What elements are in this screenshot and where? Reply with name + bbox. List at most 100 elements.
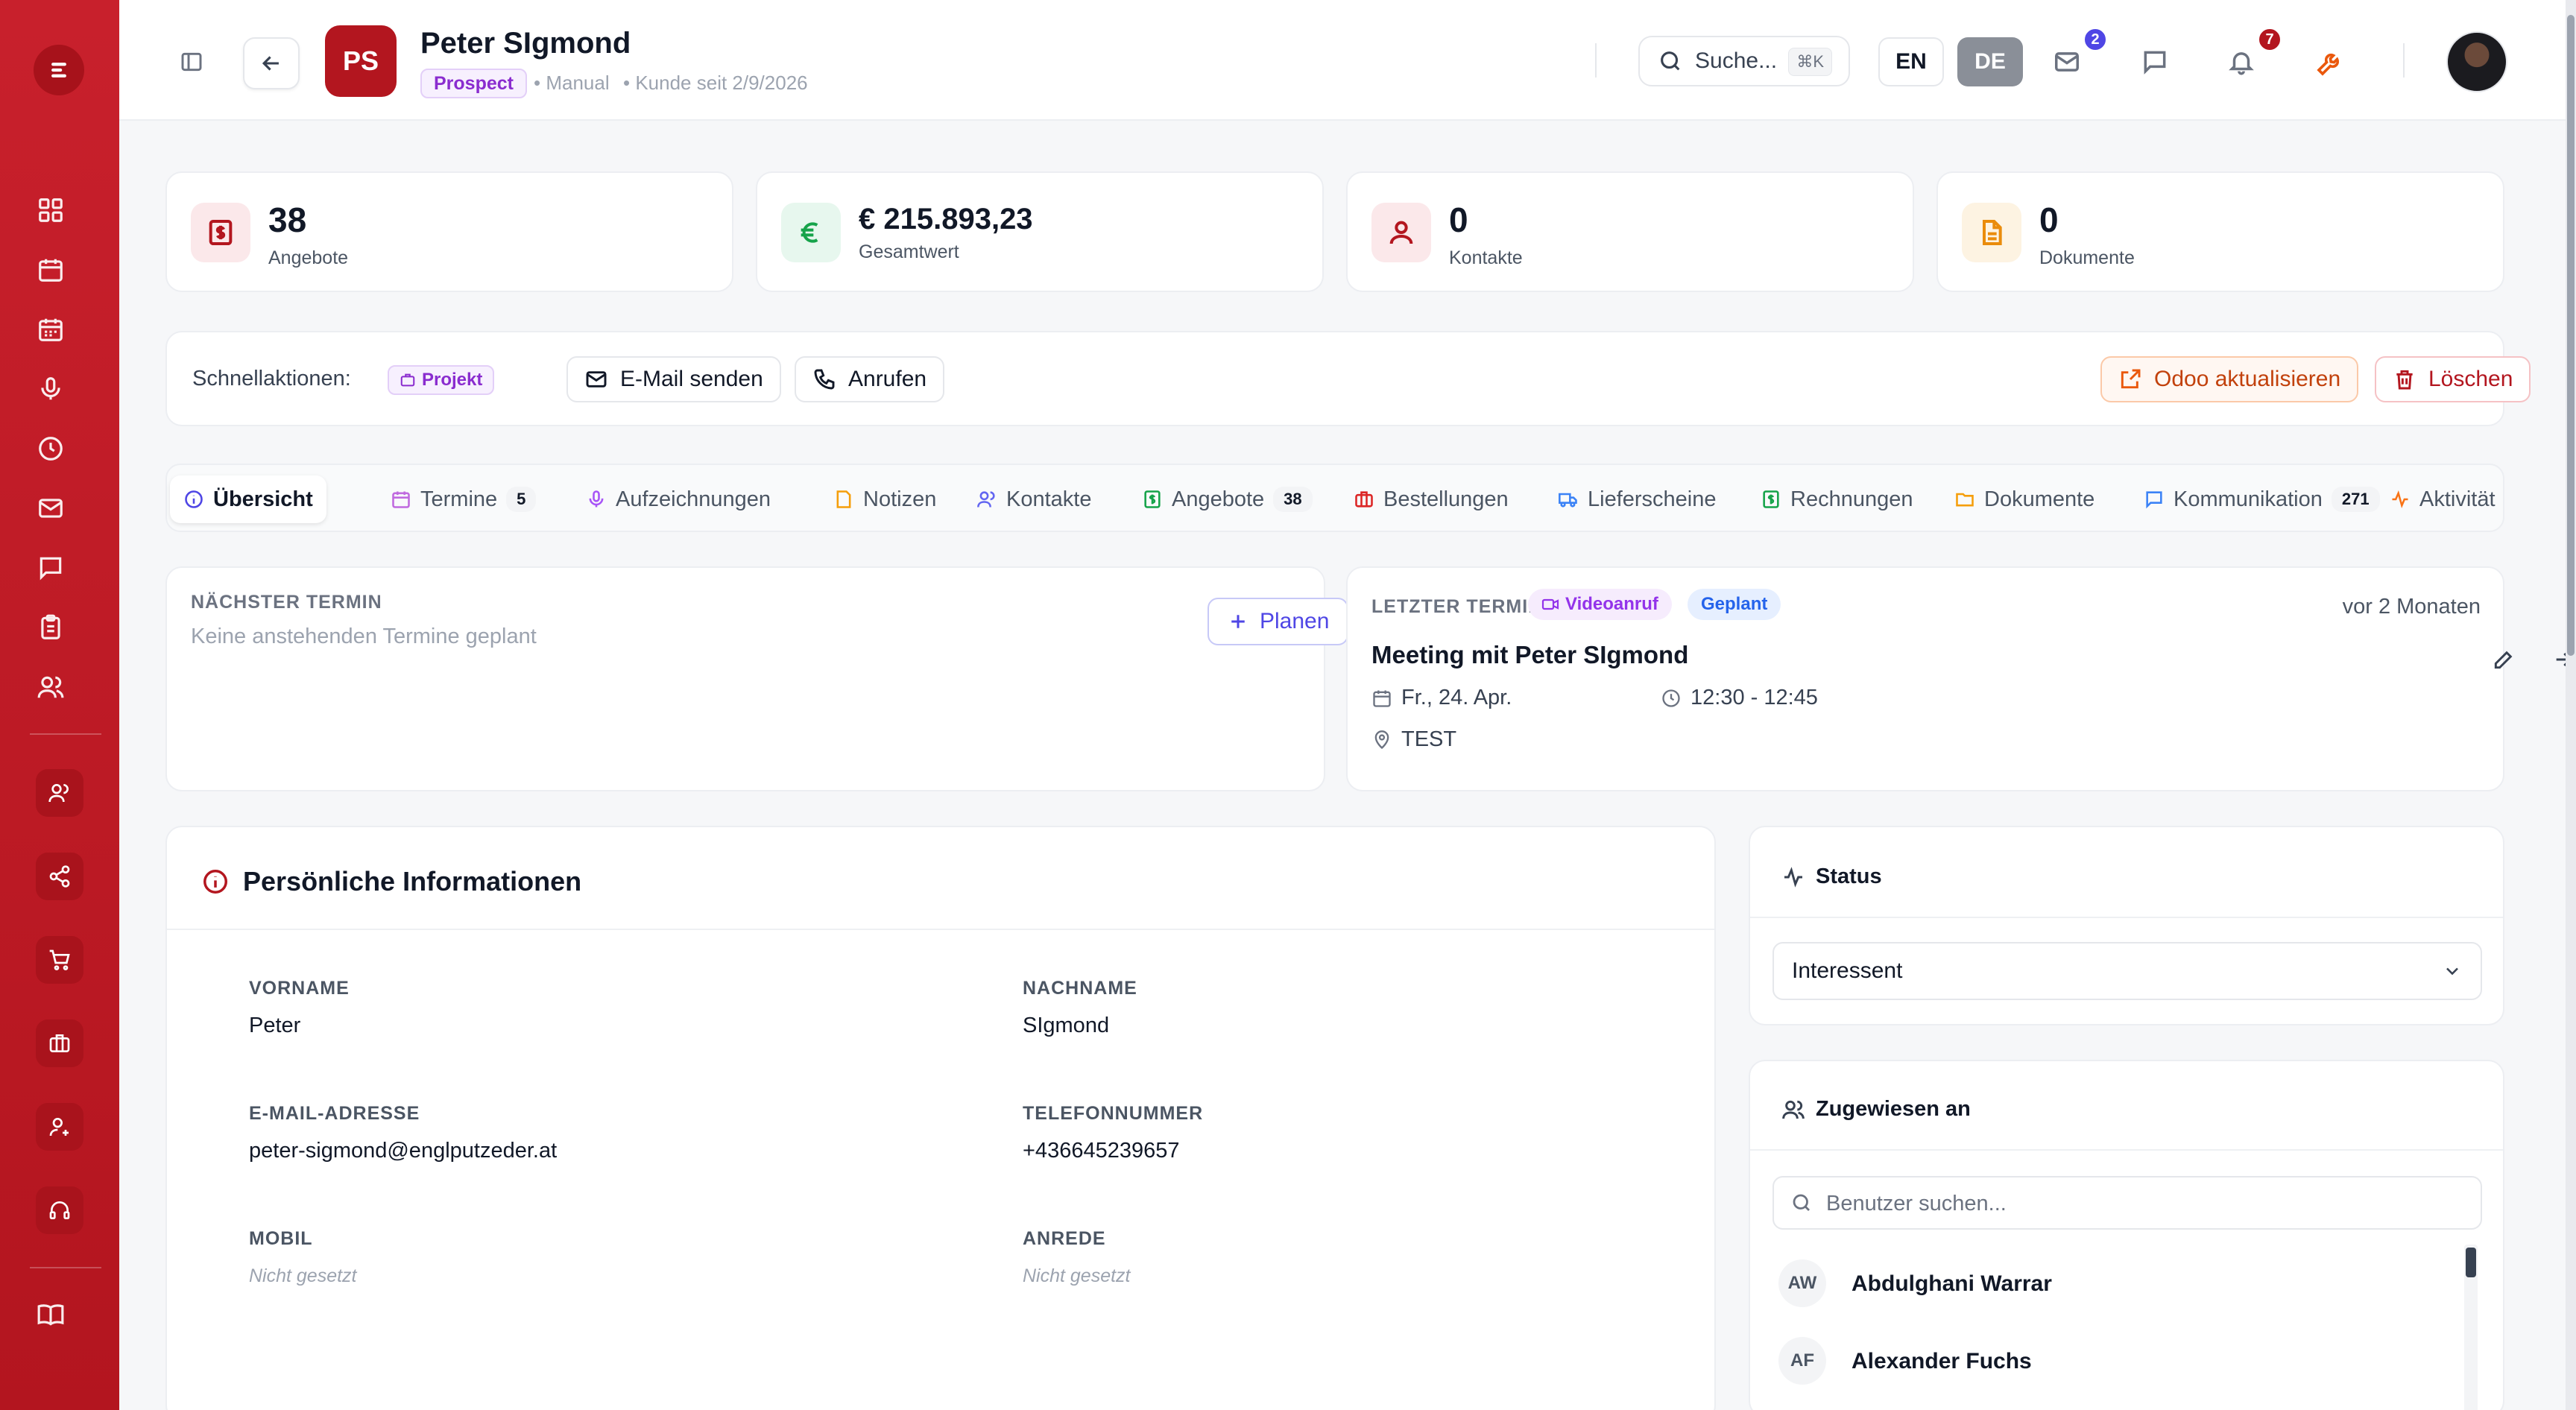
- user-search-input[interactable]: Benutzer suchen...: [1772, 1176, 2482, 1230]
- odoo-update-button[interactable]: Odoo aktualisieren: [2100, 356, 2359, 402]
- meeting-time-text: 12:30 - 12:45: [1690, 686, 1818, 709]
- tab-invoices[interactable]: Rechnungen: [1747, 475, 1926, 523]
- sidebar-toggle-icon[interactable]: [173, 43, 210, 80]
- global-search[interactable]: Suche... ⌘K: [1638, 36, 1850, 86]
- topbar-divider: [2403, 43, 2405, 78]
- nav-microphone-icon[interactable]: [33, 371, 69, 407]
- nav-dashboard-icon[interactable]: [33, 192, 69, 228]
- app-logo[interactable]: [34, 45, 84, 95]
- last-name-label: NACHNAME: [1023, 978, 1137, 999]
- project-label: Projekt: [422, 370, 483, 390]
- personal-info-header: Persönliche Informationen: [201, 866, 581, 897]
- lang-de-button[interactable]: DE: [1957, 37, 2023, 86]
- stat-value: € 215.893,23: [859, 203, 1033, 235]
- list-scrollbar[interactable]: [2464, 1245, 2478, 1410]
- back-button[interactable]: [243, 37, 300, 89]
- mail-button[interactable]: [2047, 42, 2087, 82]
- nav-clock-icon[interactable]: [33, 431, 69, 467]
- tab-delivery-notes[interactable]: Lieferscheine: [1544, 475, 1730, 523]
- briefcase-icon: [1355, 491, 1373, 508]
- phone-value[interactable]: +436645239657: [1023, 1139, 1179, 1163]
- search-icon: [1793, 1194, 1810, 1211]
- nav-support-icon[interactable]: [36, 1186, 83, 1234]
- list-scrollbar-thumb[interactable]: [2466, 1248, 2476, 1277]
- stat-card-total-value: € 215.893,23 Gesamtwert: [756, 171, 1324, 292]
- chat-button[interactable]: [2135, 42, 2175, 82]
- tab-orders[interactable]: Bestellungen: [1340, 475, 1522, 523]
- tab-documents[interactable]: Dokumente: [1941, 475, 2108, 523]
- nav-cart-icon[interactable]: [36, 936, 83, 984]
- delete-label: Löschen: [2428, 367, 2513, 391]
- status-card: Status Interessent: [1749, 826, 2504, 1025]
- tab-count: 5: [506, 487, 537, 512]
- nav-schedule-icon[interactable]: [33, 312, 69, 347]
- nav-briefcase-icon[interactable]: [36, 1019, 83, 1067]
- tab-recordings[interactable]: Aufzeichnungen: [572, 475, 784, 523]
- tab-bar: Übersicht Termine 5 Aufzeichnungen Notiz…: [165, 464, 2504, 532]
- status-select[interactable]: Interessent: [1772, 942, 2482, 1000]
- stat-value: 0: [2039, 200, 2059, 239]
- first-name-value: Peter: [249, 1014, 301, 1037]
- card-divider: [1750, 917, 2503, 918]
- video-icon: [1541, 598, 1559, 610]
- stat-card-offers: 38 Angebote: [165, 171, 733, 292]
- tools-button[interactable]: [2308, 40, 2352, 85]
- relative-time: vor 2 Monaten: [2342, 595, 2481, 619]
- phone-icon: [814, 369, 835, 390]
- nav-book-icon[interactable]: [33, 1297, 69, 1332]
- sidebar-divider: [30, 733, 101, 735]
- stat-label: Angebote: [268, 247, 349, 268]
- pencil-icon: [2494, 651, 2513, 669]
- nav-customers-icon[interactable]: [36, 769, 83, 817]
- meeting-location: TEST: [1371, 727, 1456, 752]
- tab-label: Dokumente: [1984, 487, 2095, 511]
- activity-icon: [1784, 866, 1802, 888]
- document-icon: [1962, 203, 2021, 262]
- calendar-icon: [392, 491, 410, 508]
- lang-en-button[interactable]: EN: [1878, 37, 1944, 86]
- tab-label: Aktivität: [2419, 487, 2496, 511]
- dollar-doc-icon: [1144, 490, 1161, 508]
- tab-activity[interactable]: Aktivität: [2376, 475, 2509, 523]
- external-link-icon: [2121, 369, 2141, 389]
- nav-mail-icon[interactable]: [33, 490, 69, 526]
- note-icon: [836, 490, 851, 508]
- nav-clipboard-icon[interactable]: [33, 610, 69, 645]
- notifications-button[interactable]: [2221, 42, 2261, 82]
- tab-communication[interactable]: Kommunikation 271: [2130, 475, 2393, 523]
- plan-button[interactable]: Planen: [1208, 598, 1349, 645]
- tab-offers[interactable]: Angebote 38: [1128, 475, 1326, 523]
- tab-label: Bestellungen: [1383, 487, 1509, 511]
- tab-notes[interactable]: Notizen: [820, 475, 950, 523]
- nav-users-icon[interactable]: [33, 669, 69, 705]
- stat-label: Gesamtwert: [859, 241, 959, 262]
- send-email-button[interactable]: E-Mail senden: [566, 356, 781, 402]
- next-appointment-card: NÄCHSTER TERMIN Keine anstehenden Termin…: [165, 566, 1349, 791]
- page-scrollbar[interactable]: [2566, 0, 2576, 1410]
- logo-icon: [51, 63, 66, 78]
- nav-user-settings-icon[interactable]: [36, 1103, 83, 1151]
- stat-value: 0: [1449, 200, 1468, 239]
- user-avatar[interactable]: [2446, 31, 2507, 92]
- chevron-down-icon: [2446, 967, 2458, 976]
- last-appointment-card: LETZTER TERMIN Videoanruf Geplant vor 2 …: [1346, 566, 2572, 791]
- call-button[interactable]: Anrufen: [795, 356, 945, 402]
- edit-appointment-button[interactable]: [2484, 639, 2524, 680]
- tab-contacts[interactable]: Kontakte: [963, 475, 1105, 523]
- quick-actions-label: Schnellaktionen:: [192, 367, 351, 391]
- first-name-label: VORNAME: [249, 978, 350, 999]
- nav-share-icon[interactable]: [36, 853, 83, 900]
- briefcase-icon: [400, 373, 415, 387]
- personal-info-title: Persönliche Informationen: [243, 866, 582, 897]
- project-badge[interactable]: Projekt: [388, 365, 495, 395]
- nav-chat-icon[interactable]: [33, 550, 69, 586]
- microphone-icon: [589, 490, 604, 508]
- page-scrollbar-thumb[interactable]: [2567, 15, 2575, 656]
- bell-icon: [2229, 52, 2254, 75]
- nav-calendar-icon[interactable]: [33, 252, 69, 288]
- delete-button[interactable]: Löschen: [2375, 356, 2531, 402]
- tab-overview[interactable]: Übersicht: [170, 475, 326, 523]
- stat-card-contacts: 0 Kontakte: [1346, 171, 1914, 292]
- tab-appointments[interactable]: Termine 5: [377, 475, 549, 523]
- email-value[interactable]: peter-sigmond@englputzeder.at: [249, 1139, 557, 1163]
